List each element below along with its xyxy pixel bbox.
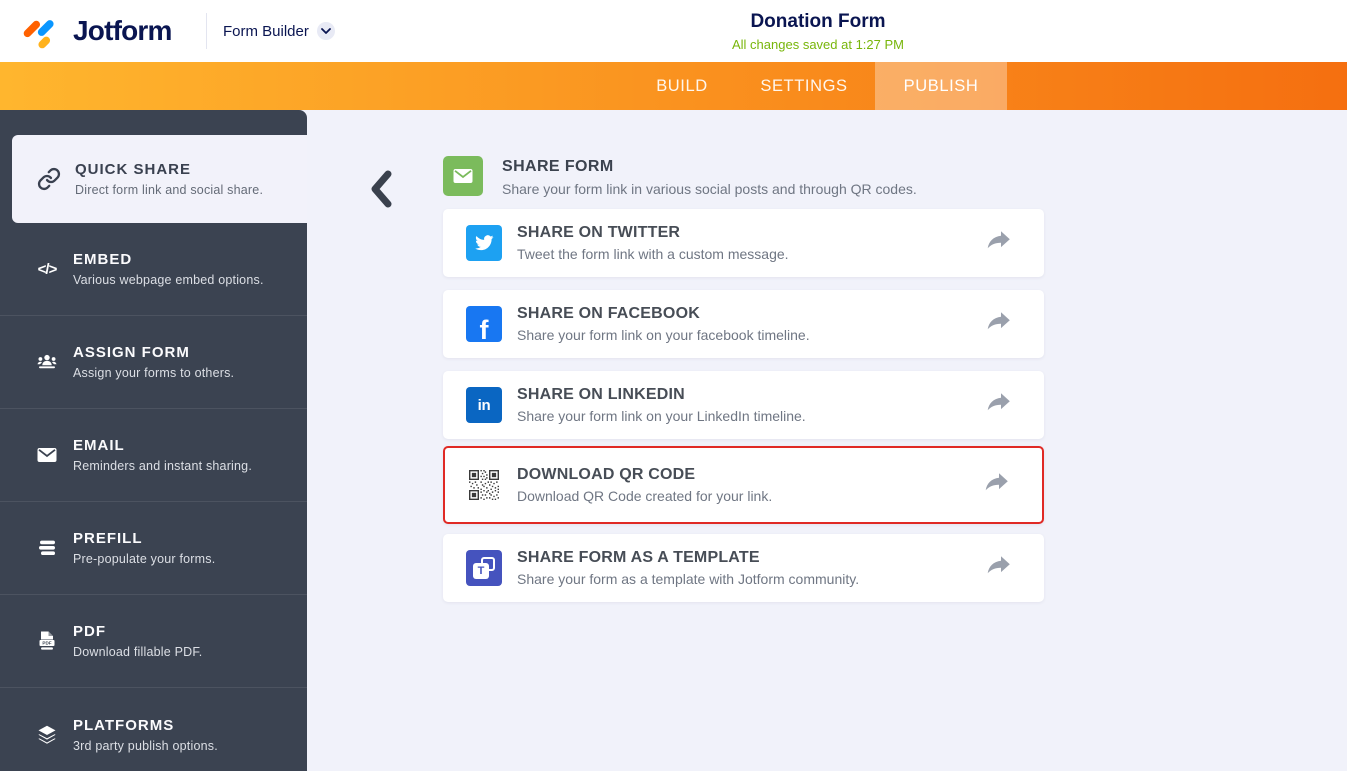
sidebar-item-desc: Assign your forms to others. [73,366,235,380]
sidebar-item-label: PDF [73,623,106,640]
card-share-on-facebook[interactable]: f SHARE ON FACEBOOK Share your form link… [443,290,1044,358]
product-switcher[interactable]: Form Builder [223,0,335,62]
publish-sidebar: QUICK SHARE Direct form link and social … [0,110,307,771]
share-arrow-icon [982,472,1010,499]
card-desc: Tweet the form link with a custom messag… [517,246,789,262]
people-icon [37,354,57,369]
card-desc: Share your form as a template with Jotfo… [517,571,860,587]
code-icon: </> [37,260,58,278]
sidebar-item-desc: Direct form link and social share. [75,183,264,197]
sidebar-item-desc: Reminders and instant sharing. [73,459,253,473]
svg-text:PDF: PDF [42,641,51,646]
sidebar-item-label: PLATFORMS [73,716,175,734]
share-options-list: SHARE ON TWITTER Tweet the form link wit… [443,209,1044,602]
sidebar-item-desc: Pre-populate your forms. [73,552,216,566]
sidebar-item-label: ASSIGN FORM [73,344,190,361]
sidebar-item-desc: Various webpage embed options. [73,273,264,287]
share-arrow-icon [984,392,1012,419]
jotform-logo[interactable]: Jotform [21,11,172,51]
section-desc: Share your form link in various social p… [502,181,917,197]
template-icon: T [472,556,496,580]
layers-icon [38,725,56,744]
share-form-section-header: SHARE FORM Share your form link in vario… [443,156,917,197]
card-title: SHARE ON FACEBOOK [517,305,700,322]
twitter-icon [475,235,494,251]
back-arrow-icon [371,170,392,208]
share-arrow-icon [984,230,1012,257]
tab-label: BUILD [656,77,708,95]
sidebar-item-desc: Download fillable PDF. [73,645,203,659]
back-button[interactable] [368,169,394,214]
share-arrow-icon [984,311,1012,338]
sidebar-item-desc: 3rd party publish options. [73,738,218,753]
pdf-icon: PDF [39,631,55,650]
tab-label: PUBLISH [903,77,979,95]
link-icon [37,167,61,191]
card-title: SHARE ON LINKEDIN [517,386,685,403]
sidebar-item-embed[interactable]: </> EMBED Various webpage embed options. [0,223,307,316]
header-divider [206,13,207,49]
nav-tabs: BUILD SETTINGS PUBLISH [622,62,1007,110]
sidebar-item-pdf[interactable]: PDF PDF Download fillable PDF. [0,595,307,688]
linkedin-icon: in [477,396,491,414]
sidebar-item-label: EMBED [73,251,133,268]
jotform-logo-icon [23,20,54,49]
envelope-icon [37,448,57,462]
sidebar-item-prefill[interactable]: PREFILL Pre-populate your forms. [0,502,307,595]
sidebar-item-label: QUICK SHARE [75,161,192,178]
card-title: SHARE ON TWITTER [517,224,681,241]
card-title: SHARE FORM AS A TEMPLATE [517,549,760,566]
tab-label: SETTINGS [760,77,848,95]
chevron-down-icon [316,22,335,40]
quick-share-panel: SHARE FORM Share your form link in vario… [307,110,1347,771]
form-title-block: Donation Form All changes saved at 1:27 … [732,11,904,52]
card-desc: Download QR Code created for your link. [517,488,773,504]
envelope-icon [453,169,473,183]
section-title: SHARE FORM [502,158,614,175]
card-share-on-twitter[interactable]: SHARE ON TWITTER Tweet the form link wit… [443,209,1044,277]
tab-settings[interactable]: SETTINGS [742,62,866,110]
card-title: DOWNLOAD QR CODE [517,466,696,483]
form-title[interactable]: Donation Form [732,11,904,33]
builder-navbar: BUILD SETTINGS PUBLISH [0,62,1347,110]
sidebar-item-quick-share[interactable]: QUICK SHARE Direct form link and social … [12,135,307,223]
card-desc: Share your form link on your LinkedIn ti… [517,408,806,424]
qr-code-icon [469,470,499,500]
sidebar-item-label: PREFILL [73,530,143,547]
share-form-section-icon-box [443,156,483,196]
sidebar-item-platforms[interactable]: PLATFORMS 3rd party publish options. [0,688,307,771]
facebook-icon: f [479,314,489,343]
save-status: All changes saved at 1:27 PM [732,37,904,52]
share-arrow-icon [984,555,1012,582]
sidebar-item-email[interactable]: EMAIL Reminders and instant sharing. [0,409,307,502]
product-switcher-label: Form Builder [223,22,309,40]
sidebar-item-assign-form[interactable]: ASSIGN FORM Assign your forms to others. [0,316,307,409]
card-share-on-linkedin[interactable]: in SHARE ON LINKEDIN Share your form lin… [443,371,1044,439]
tab-publish[interactable]: PUBLISH [875,62,1007,110]
sidebar-item-label: EMAIL [73,437,125,454]
prefill-icon [39,540,55,555]
brand-wordmark: Jotform [73,15,172,46]
app-header: Jotform Form Builder Donation Form All c… [0,0,1347,62]
card-share-form-as-template[interactable]: T SHARE FORM AS A TEMPLATE Share your fo… [443,534,1044,602]
card-download-qr-code[interactable]: DOWNLOAD QR CODE Download QR Code create… [443,446,1044,524]
card-desc: Share your form link on your facebook ti… [517,327,810,343]
tab-build[interactable]: BUILD [622,62,742,110]
